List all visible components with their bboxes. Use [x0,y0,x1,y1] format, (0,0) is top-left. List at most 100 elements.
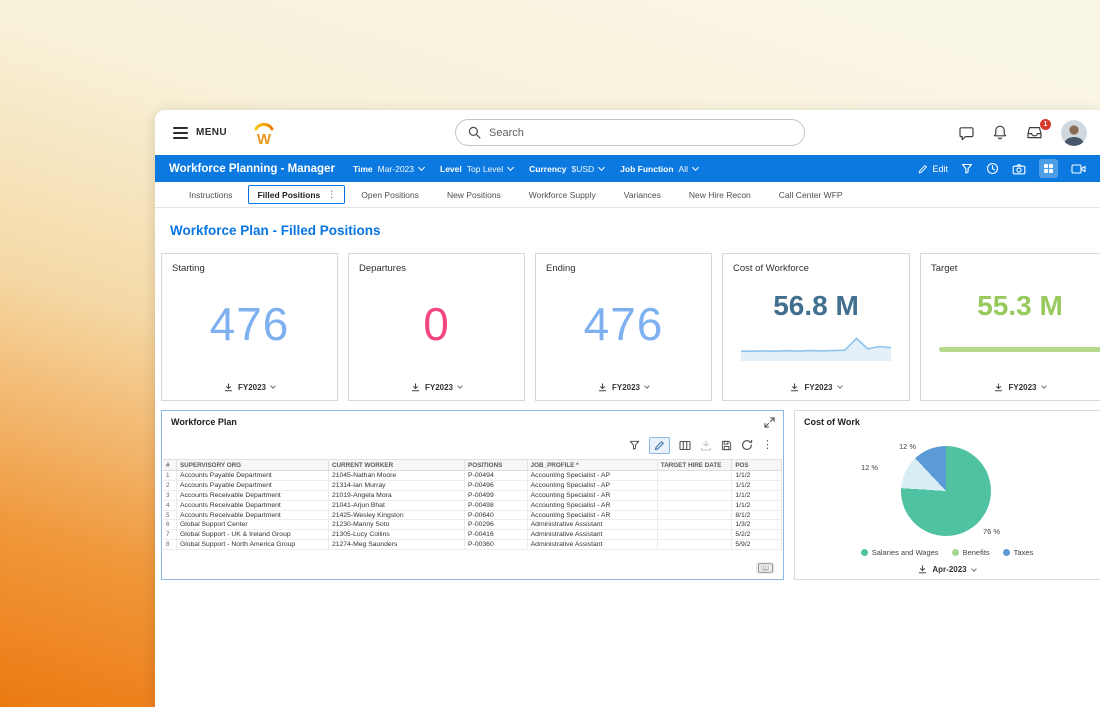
kpi-period-selector[interactable]: FY2023 [723,374,909,400]
column-header-supervisory-org[interactable]: SUPERVISORY ORG [177,460,329,470]
table-cell: Administrative Assistant [528,540,658,549]
kpi-card-ending: Ending476FY2023 [535,253,712,401]
tab-workforce-supply[interactable]: Workforce Supply [517,186,608,204]
tab-label: New Hire Recon [689,190,751,200]
keyboard-shortcuts-button[interactable] [756,562,775,574]
save-button[interactable] [721,440,732,451]
search-input[interactable] [489,127,792,139]
kpi-value-area: 476 [162,274,337,374]
tab-open-positions[interactable]: Open Positions [349,186,431,204]
legend-item-salaries-and-wages[interactable]: Salaries and Wages [861,548,939,557]
column-header-positions[interactable]: POSITIONS [465,460,528,470]
chevron-down-icon [1041,383,1047,389]
tab-new-positions[interactable]: New Positions [435,186,513,204]
camera-icon[interactable] [1012,163,1026,175]
table-cell: 21314-Ian Murray [329,481,465,490]
table-cell: Administrative Assistant [528,530,658,539]
kpi-period-selector[interactable]: FY2023 [921,374,1100,400]
pie-percent-label: 12 % [861,463,878,472]
tab-call-center-wfp[interactable]: Call Center WFP [767,186,855,204]
edit-button[interactable]: Edit [918,164,948,174]
tab-label: Workforce Supply [529,190,596,200]
header-filter-currency[interactable]: Currency$USD [529,164,604,174]
export-button[interactable] [700,440,712,451]
tab-variances[interactable]: Variances [612,186,673,204]
user-avatar[interactable] [1061,120,1087,146]
header-actions: Edit [918,159,1086,178]
table-row[interactable]: 4Accounts Receivable Department21041-Arj… [163,501,782,511]
table-header-row: #SUPERVISORY ORGCURRENT WORKERPOSITIONSJ… [163,459,782,471]
table-row[interactable]: 7Global Support - UK & Ireland Group2130… [163,530,782,540]
table-cell: 8/1/2 [732,511,782,520]
kpi-period-selector[interactable]: FY2023 [162,374,337,400]
pie-period-selector[interactable]: Apr-2023 [795,565,1099,574]
table-cell: 2 [163,481,177,490]
table-filter-button[interactable] [629,440,640,451]
history-clock-icon[interactable] [986,162,999,175]
table-row[interactable]: 1Accounts Payable Department21045-Nathan… [163,471,782,481]
tab-new-hire-recon[interactable]: New Hire Recon [677,186,763,204]
kpi-value: 476 [210,301,290,347]
column-header-job-profile[interactable]: JOB_PROFILE * [528,460,658,470]
table-cell [658,511,733,520]
header-filter-job-function[interactable]: Job FunctionAll [620,164,698,174]
filter-icon[interactable] [961,163,973,175]
column-header-col[interactable]: # [163,460,177,470]
expand-button[interactable] [764,417,775,428]
video-icon[interactable] [1071,163,1086,175]
table-row[interactable]: 3Accounts Receivable Department21019-Ang… [163,491,782,501]
chevron-down-icon [598,163,605,170]
panel-title: Workforce Plan [171,417,237,427]
chat-icon[interactable] [958,125,975,141]
header-filter-time[interactable]: TimeMar-2023 [353,164,424,174]
dashboard-header: Workforce Planning - Manager TimeMar-202… [155,155,1100,182]
legend-item-benefits[interactable]: Benefits [952,548,990,557]
legend-dot [861,549,868,556]
table-cell: Global Support - North America Group [177,540,329,549]
workday-logo[interactable]: W [251,119,277,152]
cost-pie-chart[interactable] [901,446,991,536]
column-header-pos[interactable]: POS [732,460,782,470]
inbox-button[interactable]: 1 [1025,125,1044,140]
table-cell: 6 [163,520,177,529]
kpi-label: Starting [162,254,337,274]
table-more-button[interactable]: ⋮ [762,440,773,451]
refresh-button[interactable] [741,439,753,451]
search-bar[interactable] [455,119,805,146]
pie-percent-label: 76 % [983,527,1000,536]
inline-edit-button[interactable] [649,437,670,454]
header-filter-level[interactable]: LevelTop Level [440,164,513,174]
avatar-image [1061,120,1087,146]
table-cell: Accounts Receivable Department [177,491,329,500]
table-cell: 5/9/2 [732,540,782,549]
kpi-period-label: FY2023 [612,383,640,392]
table-row[interactable]: 6Global Support Center21230-Manny SotoP-… [163,520,782,530]
table-cell [658,520,733,529]
tab-filled-positions[interactable]: Filled Positions⋮ [248,185,345,204]
columns-button[interactable] [679,440,691,451]
target-bar [939,347,1100,352]
apps-grid-button[interactable] [1039,159,1058,178]
table-cell: 21045-Nathan Moore [329,471,465,480]
table-row[interactable]: 5Accounts Receivable Department21425-Wes… [163,511,782,521]
table-cell: P-00416 [465,530,528,539]
tab-instructions[interactable]: Instructions [177,186,244,204]
table-row[interactable]: 8Global Support - North America Group212… [163,540,782,550]
add-column-button[interactable]: + [663,459,673,471]
kpi-period-selector[interactable]: FY2023 [536,374,711,400]
tab-menu-icon[interactable]: ⋮ [327,189,336,200]
tab-label: Call Center WFP [779,190,843,200]
legend-item-taxes[interactable]: Taxes [1003,548,1034,557]
kpi-period-selector[interactable]: FY2023 [349,374,524,400]
table-cell: Accounting Specialist - AR [528,511,658,520]
kpi-period-label: FY2023 [1008,383,1036,392]
table-row[interactable]: 2Accounts Payable Department21314-Ian Mu… [163,481,782,491]
download-icon [790,383,799,392]
legend-label: Taxes [1014,548,1034,557]
kpi-card-departures: Departures0FY2023 [348,253,525,401]
column-header-current-worker[interactable]: CURRENT WORKER [329,460,465,470]
menu-button[interactable]: MENU [173,110,227,155]
notifications-bell-icon[interactable] [992,124,1008,141]
kpi-label: Departures [349,254,524,274]
table-cell: P-00640 [465,511,528,520]
